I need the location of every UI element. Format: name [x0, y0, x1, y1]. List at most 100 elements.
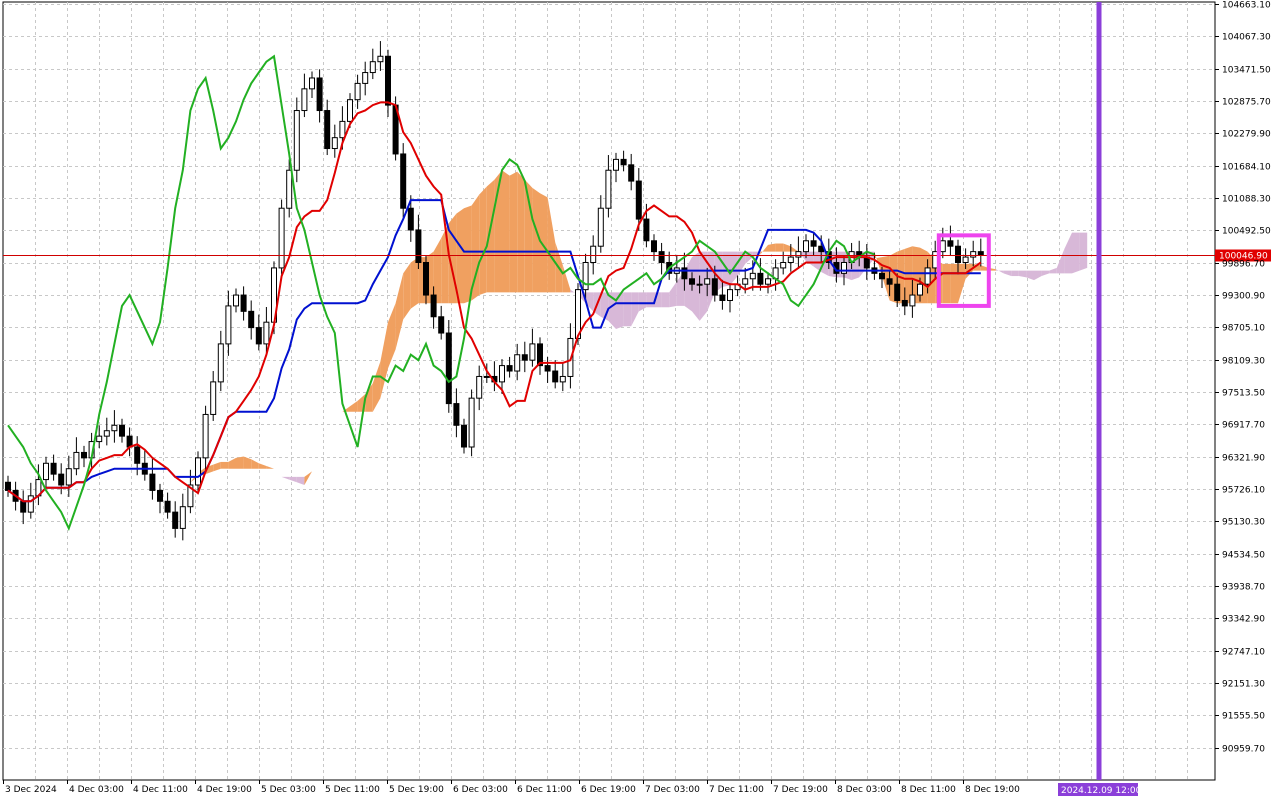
candle-body: [765, 278, 771, 285]
cloud-segment: [783, 243, 791, 252]
cloud-segment: [251, 459, 259, 469]
cloud-segment: [403, 262, 411, 320]
candle-body: [483, 375, 490, 378]
cloud-segment: [942, 263, 951, 304]
x-tick-label: 4 Dec 03:00: [69, 785, 124, 795]
cloud-segment: [372, 361, 381, 412]
y-tick-label: 100492.50: [1222, 227, 1271, 237]
y-tick-label: 98705.10: [1222, 324, 1265, 334]
cloud-segment: [1049, 267, 1057, 274]
y-axis: 104663.10 104067.30 103471.50 102875.70 1022…: [1215, 1, 1271, 755]
candle-body: [529, 343, 536, 361]
candle-body: [947, 240, 954, 247]
candle-body: [628, 164, 635, 182]
candle-body: [217, 343, 224, 383]
candle-body: [65, 468, 72, 486]
x-tick-label: 4 Dec 11:00: [133, 785, 188, 795]
cloud-segment: [638, 292, 647, 312]
candle-body: [552, 370, 559, 383]
y-tick-label: 104067.30: [1222, 33, 1271, 43]
ichimoku-chart: 100046.902024.12.09 12:00 104663.10 10406…: [2, 1, 1271, 796]
cloud-segment: [775, 243, 784, 252]
candle-body: [362, 72, 369, 84]
candle-body: [430, 294, 437, 318]
cloud-segment: [547, 197, 556, 293]
candle-body: [286, 169, 293, 209]
candle-body: [620, 158, 627, 166]
x-tick-label: 8 Dec 03:00: [837, 785, 892, 795]
candle-body: [924, 267, 931, 285]
cloud-segment: [175, 482, 183, 488]
candle-body: [962, 256, 969, 263]
candle-body: [157, 489, 163, 502]
tenkan-sen-line: [7, 101, 982, 503]
candle-body: [803, 240, 809, 253]
candle-body: [780, 261, 787, 269]
y-tick-label: 93342.90: [1222, 615, 1265, 625]
cloud-segment: [768, 243, 776, 252]
cloud-segment: [479, 186, 487, 296]
x-tick-label: 7 Dec 03:00: [645, 785, 700, 795]
cloud-segment: [137, 495, 145, 502]
candle-body: [354, 82, 361, 101]
cloud-segment: [334, 411, 343, 418]
cloud-segment: [395, 273, 404, 350]
y-tick-label: 95726.10: [1222, 486, 1265, 496]
candle-body: [164, 500, 171, 513]
y-tick-label: 103471.50: [1222, 66, 1271, 76]
candle-body: [605, 169, 612, 209]
candle-body: [445, 332, 452, 405]
candle-body: [309, 77, 315, 90]
cloud-segment: [380, 322, 388, 399]
candle-body: [453, 403, 460, 426]
y-tick-label: 94534.50: [1222, 551, 1265, 561]
cloud-segment: [623, 292, 632, 327]
x-tick-label: 6 Dec 11:00: [517, 785, 572, 795]
plot-frame: [2, 1, 1216, 781]
cloud-segment: [502, 170, 510, 293]
cloud-segment: [122, 495, 130, 502]
x-tick-label: 8 Dec 19:00: [965, 785, 1020, 795]
candle-body: [499, 365, 505, 383]
y-tick-label: 102279.90: [1222, 130, 1271, 140]
cloud-segment: [692, 251, 700, 321]
cloud-segment: [114, 490, 122, 496]
candle-body: [711, 278, 718, 296]
x-tick-label: 8 Dec 11:00: [901, 785, 956, 795]
cloud-segment: [1011, 270, 1019, 277]
candle-body: [917, 283, 923, 296]
candle-body: [385, 55, 391, 106]
candle-body: [225, 305, 232, 345]
candle-body: [795, 251, 802, 258]
cloud-segment: [350, 400, 358, 412]
cloud-segment: [1003, 270, 1012, 277]
y-tick-label: 92747.10: [1222, 648, 1265, 658]
candle-body: [415, 229, 422, 263]
candle-body: [955, 245, 961, 263]
candle-body: [787, 256, 794, 263]
candle-body: [810, 240, 817, 247]
cloud-segment: [441, 223, 449, 304]
cloud-segment: [296, 476, 305, 485]
candle-body: [195, 457, 201, 486]
cloud-segment: [213, 461, 221, 472]
candle-body: [909, 294, 916, 307]
candle-body: [210, 381, 217, 415]
candle-body: [119, 424, 125, 437]
x-axis: 3 Dec 2024 4 Dec 03:00 4 Dec 11:00 4 Dec 19…: [3, 780, 1020, 795]
cloud-segment: [304, 471, 312, 485]
candle-body: [339, 120, 346, 139]
candle-body: [347, 99, 353, 122]
candle-body: [727, 289, 733, 301]
cloud-segment: [646, 292, 654, 308]
cloud-segment: [327, 417, 335, 437]
candle-body: [400, 153, 407, 209]
candle-body: [293, 110, 300, 171]
candle-body: [377, 55, 384, 63]
candle-body: [461, 424, 467, 448]
y-tick-label: 96321.90: [1222, 454, 1265, 464]
cloud-segment: [1041, 270, 1050, 277]
cloud-segment: [464, 205, 472, 304]
candle-body: [369, 61, 376, 74]
candle-body: [301, 88, 308, 112]
